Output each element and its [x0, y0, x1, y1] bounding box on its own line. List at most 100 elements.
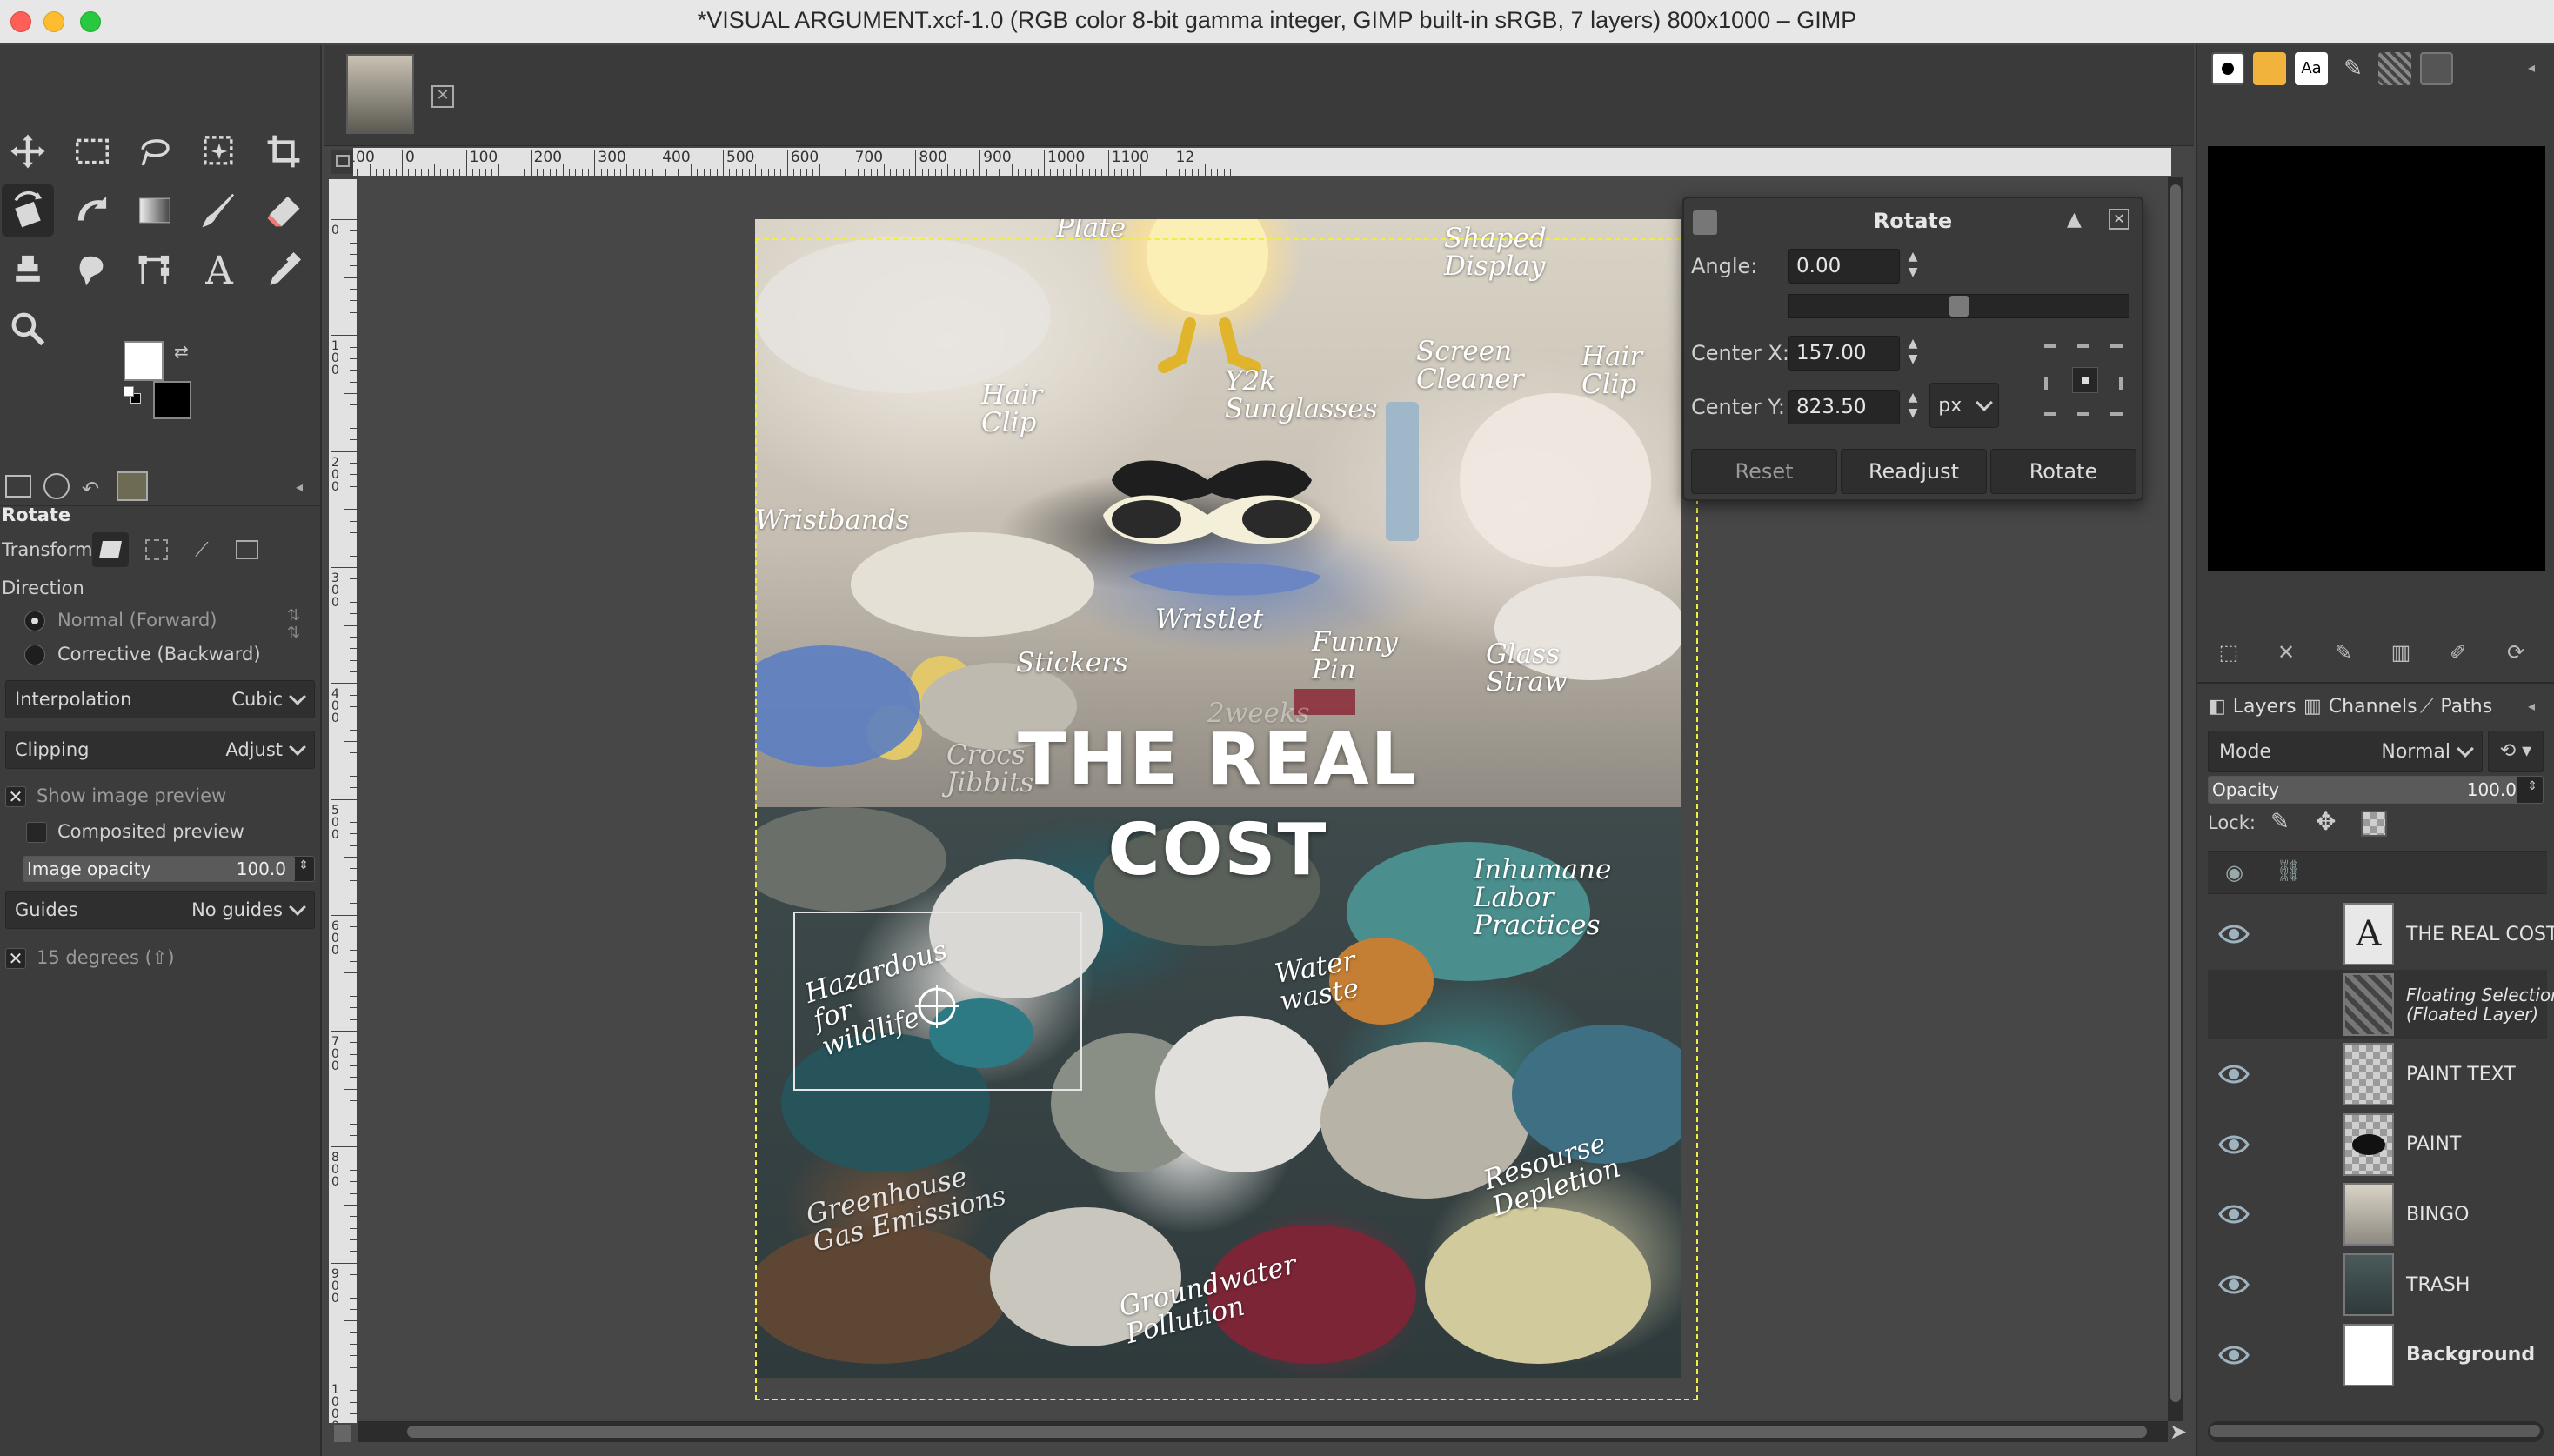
vertical-scrollbar[interactable]: [2168, 177, 2183, 1421]
lock-alpha-icon[interactable]: [2361, 811, 2387, 837]
crop-tool-icon[interactable]: [257, 125, 310, 177]
layer-visibility-eye-icon[interactable]: [2216, 1267, 2251, 1302]
clipping-combo[interactable]: Clipping Adjust: [5, 731, 315, 769]
quick-mask-corner-icon[interactable]: [331, 150, 355, 174]
layer-row[interactable]: Background: [2208, 1320, 2547, 1390]
stepper-icon[interactable]: ⇕: [298, 858, 309, 872]
pin-dialog-icon[interactable]: ▲: [2067, 209, 2082, 230]
refresh-icon[interactable]: ⟳: [2497, 633, 2535, 671]
select-region-icon[interactable]: ⬚: [2210, 633, 2248, 671]
color-picker-tool-icon[interactable]: [257, 244, 310, 296]
vertical-ruler[interactable]: 0 100 200 300 400 500 600 700 800 900 1000: [329, 179, 357, 1423]
rotate-pivot-crosshair-icon[interactable]: [915, 985, 959, 1028]
stepper-icon[interactable]: ⇕: [2527, 779, 2537, 793]
zoom-toggle-corner[interactable]: [334, 1425, 351, 1442]
free-select-tool-icon[interactable]: [129, 125, 181, 177]
transform-layer-button[interactable]: [92, 532, 129, 567]
layer-opacity-slider[interactable]: Opacity 100.0 ⇕: [2208, 776, 2544, 804]
composite-mode-button[interactable]: ⟲ ▾: [2488, 731, 2544, 772]
layer-row[interactable]: PAINT: [2208, 1110, 2547, 1179]
show-preview-checkbox[interactable]: ✕: [5, 786, 26, 807]
fuzzy-select-tool-icon[interactable]: [193, 125, 245, 177]
tool-options-tab-icon[interactable]: [5, 475, 31, 498]
rect-select-tool-icon[interactable]: [66, 125, 118, 177]
constrain-15-degrees-checkbox[interactable]: ✕: [5, 948, 26, 969]
layer-mode-combo[interactable]: Mode Normal: [2208, 731, 2483, 772]
horizontal-scroll-thumb[interactable]: [407, 1426, 2147, 1438]
direction-normal-radio[interactable]: [24, 611, 45, 631]
interpolation-combo[interactable]: Interpolation Cubic: [5, 680, 315, 718]
unit-select[interactable]: px: [1929, 383, 1999, 428]
undo-history-tab-icon[interactable]: ↶: [82, 477, 99, 501]
gradients-tab-icon[interactable]: [2378, 52, 2411, 85]
vertical-scroll-thumb[interactable]: [2170, 184, 2181, 1402]
brushes-tab-icon[interactable]: [2211, 52, 2244, 85]
layer-row[interactable]: BINGO: [2208, 1179, 2547, 1249]
guides-combo[interactable]: Guides No guides: [5, 891, 315, 929]
reset-button[interactable]: Reset: [1691, 449, 1837, 494]
device-status-tab-icon[interactable]: [43, 473, 70, 499]
pivot-selector[interactable]: [2041, 336, 2128, 423]
angle-input[interactable]: 0.00: [1788, 249, 1900, 284]
direction-corrective-radio[interactable]: [24, 645, 45, 665]
paths-tool-icon[interactable]: [129, 244, 181, 296]
center-y-stepper-icon[interactable]: ▲ ▼: [1902, 390, 1924, 424]
smudge-tool-icon[interactable]: [66, 244, 118, 296]
zoom-tool-icon[interactable]: [2, 303, 54, 355]
clone-tool-icon[interactable]: [2, 244, 54, 296]
readjust-button[interactable]: Readjust: [1841, 449, 1987, 494]
background-color-swatch[interactable]: [153, 381, 191, 419]
swap-colors-icon[interactable]: ⇄: [174, 341, 189, 362]
move-tool-icon[interactable]: [2, 45, 54, 97]
delete-icon[interactable]: ✐: [2439, 633, 2477, 671]
pivot-center-button[interactable]: [2072, 367, 2098, 393]
layer-visibility-eye-icon[interactable]: [2216, 1057, 2251, 1092]
layer-visibility-eye-icon[interactable]: [2216, 917, 2251, 952]
navigate-icon[interactable]: ➤: [2170, 1421, 2190, 1442]
transform-selection-button[interactable]: [139, 532, 174, 567]
transform-path-button[interactable]: ⟋: [184, 532, 219, 567]
horizontal-ruler[interactable]: -300-200-1000100200300400500600700800900…: [353, 148, 2171, 176]
configure-tab-icon[interactable]: ◂: [2528, 698, 2535, 714]
angle-slider-thumb[interactable]: [1949, 296, 1969, 317]
palettes-tab-icon[interactable]: [2420, 52, 2453, 85]
warp-tool-icon[interactable]: [66, 184, 118, 237]
layer-visibility-eye-icon[interactable]: [2216, 1338, 2251, 1373]
cancel-icon[interactable]: ✕: [2267, 633, 2305, 671]
angle-slider[interactable]: [1788, 294, 2129, 318]
configure-tab-icon[interactable]: ◂: [2528, 59, 2535, 76]
eraser-tool-icon[interactable]: [257, 184, 310, 237]
layers-scrollbar[interactable]: [2208, 1421, 2544, 1442]
layer-visibility-eye-icon[interactable]: [2216, 1127, 2251, 1162]
rotate-tool-icon[interactable]: [2, 184, 54, 237]
layer-visibility-eye-icon[interactable]: [2216, 987, 2251, 1022]
horizontal-scrollbar[interactable]: [358, 1421, 2168, 1442]
text-tool-icon[interactable]: A: [193, 244, 245, 296]
direction-toggle-icon[interactable]: ⇅ ⇅: [287, 607, 300, 642]
paintbrush-tool-icon[interactable]: [193, 184, 245, 237]
close-image-tab-icon[interactable]: ✕: [431, 85, 454, 108]
tab-layers[interactable]: ◧ Layers: [2208, 687, 2297, 725]
fonts-tab-icon[interactable]: Aa: [2295, 52, 2328, 85]
move-tool-icon[interactable]: [2, 125, 54, 177]
tab-paths[interactable]: ⟋ Paths: [2420, 687, 2492, 725]
foreground-color-swatch[interactable]: [124, 341, 164, 381]
image-opacity-slider[interactable]: Image opacity 100.0 ⇕: [23, 856, 315, 882]
duplicate-icon[interactable]: ▥: [2382, 633, 2420, 671]
configure-tab-icon[interactable]: ◂: [296, 478, 303, 495]
lock-position-icon[interactable]: ✥: [2316, 807, 2336, 836]
center-x-stepper-icon[interactable]: ▲ ▼: [1902, 336, 1924, 371]
gradient-tool-icon[interactable]: [129, 184, 181, 237]
image-tab-thumbnail[interactable]: [346, 54, 414, 134]
layer-visibility-eye-icon[interactable]: [2216, 1197, 2251, 1232]
angle-stepper-icon[interactable]: ▲ ▼: [1902, 249, 1924, 284]
close-dialog-icon[interactable]: ✕: [2109, 209, 2129, 230]
patterns-tab-icon[interactable]: [2253, 52, 2286, 85]
layer-row[interactable]: A THE REAL COST: [2208, 899, 2554, 969]
center-x-input[interactable]: 157.00: [1788, 336, 1900, 371]
tab-channels[interactable]: ▥ Channels: [2303, 687, 2417, 725]
center-y-input[interactable]: 823.50: [1788, 390, 1900, 424]
images-tab-icon[interactable]: [117, 471, 148, 501]
transform-image-button[interactable]: [230, 532, 264, 567]
layer-row[interactable]: PAINT TEXT: [2208, 1039, 2547, 1109]
